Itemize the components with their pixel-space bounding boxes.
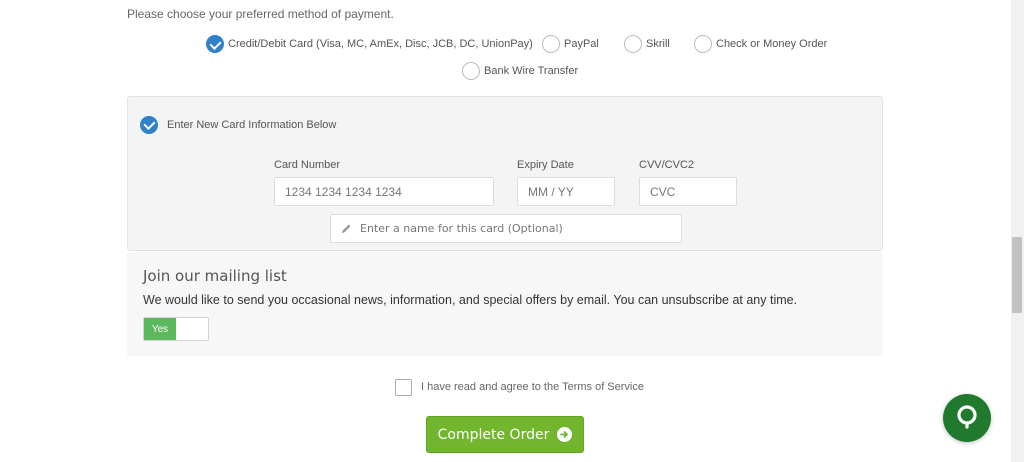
tos-checkbox[interactable] [395,379,412,396]
card-name-input[interactable] [360,222,681,235]
scrollbar-thumb[interactable] [1012,237,1022,313]
payment-option-skrill[interactable]: Skrill [624,35,670,53]
mailing-list-text: We would like to send you occasional new… [143,293,798,307]
radio-icon[interactable] [624,35,642,53]
chat-button[interactable] [943,394,991,442]
payment-option-check-label: Check or Money Order [716,38,828,50]
payment-option-card-label: Credit/Debit Card (Visa, MC, AmEx, Disc,… [228,38,533,50]
card-info-panel: Enter New Card Information Below Card Nu… [127,96,883,251]
card-number-label: Card Number [274,159,341,171]
complete-order-label: Complete Order [437,426,550,443]
cvv-input[interactable] [639,177,737,206]
card-name-field[interactable] [330,214,682,243]
payment-option-paypal-label: PayPal [564,38,599,50]
radio-icon[interactable] [542,35,560,53]
radio-checked-icon[interactable] [206,35,224,53]
scrollbar-track[interactable] [1011,0,1024,462]
card-number-input[interactable] [274,177,494,206]
payment-option-check[interactable]: Check or Money Order [694,35,827,53]
mailing-list-title: Join our mailing list [143,267,287,285]
new-card-label: Enter New Card Information Below [167,119,337,131]
check-icon[interactable] [140,116,158,134]
mailing-list-toggle[interactable]: Yes [143,317,209,341]
complete-order-button[interactable]: Complete Order [426,416,584,453]
payment-intro: Please choose your preferred method of p… [127,7,394,21]
payment-option-wire[interactable]: Bank Wire Transfer [462,62,578,80]
cvv-label: CVV/CVC2 [639,159,695,171]
expiry-label: Expiry Date [517,159,574,171]
arrow-right-circle-icon [557,427,573,442]
payment-option-paypal[interactable]: PayPal [542,35,599,53]
payment-option-skrill-label: Skrill [646,38,670,50]
radio-icon[interactable] [694,35,712,53]
tos-text: I have read and agree to the Terms of Se… [421,381,644,393]
payment-option-card[interactable]: Credit/Debit Card (Visa, MC, AmEx, Disc,… [206,35,533,53]
chat-icon [954,403,980,434]
radio-icon[interactable] [462,62,480,80]
pencil-icon [341,223,352,234]
payment-option-wire-label: Bank Wire Transfer [484,65,579,77]
toggle-yes-label: Yes [144,318,176,340]
mailing-list-panel: Join our mailing list We would like to s… [127,252,883,356]
expiry-input[interactable] [517,177,615,206]
